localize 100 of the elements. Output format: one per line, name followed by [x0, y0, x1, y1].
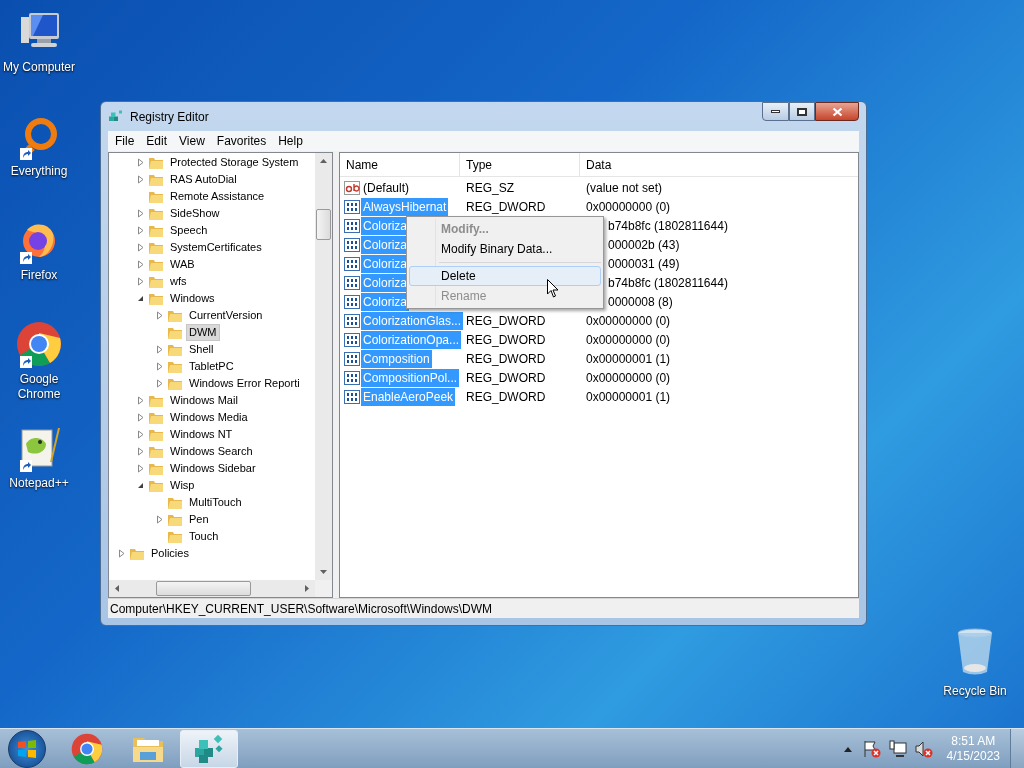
tree-item[interactable]: MultiTouch [186, 494, 245, 511]
horizontal-scrollbar[interactable] [109, 580, 315, 597]
collapse-arrow-icon[interactable] [136, 481, 145, 490]
tree-item[interactable]: Windows Mail [167, 392, 241, 409]
tree-item[interactable]: Wisp [167, 477, 198, 494]
value-name[interactable]: (Default) [361, 178, 411, 197]
scrollbar-thumb[interactable] [316, 209, 331, 240]
tree-item[interactable]: TabletPC [186, 358, 237, 375]
tree-item[interactable]: SideShow [167, 205, 223, 222]
tree-item[interactable]: Shell [186, 341, 217, 358]
menu-bar-item[interactable]: Edit [141, 132, 173, 150]
desktop-icon-label[interactable]: My Computer [3, 60, 75, 75]
tree-item[interactable]: Policies [148, 545, 192, 562]
expand-arrow-icon[interactable] [136, 396, 145, 405]
binary-value-icon [344, 198, 360, 215]
tree-item[interactable]: Protected Storage System [167, 154, 302, 171]
tree-item[interactable]: Pen [186, 511, 212, 528]
start-button[interactable] [8, 729, 46, 768]
column-header[interactable]: Type [460, 153, 580, 176]
tree-item[interactable]: Speech [167, 222, 211, 239]
folder-icon [148, 206, 164, 221]
expand-arrow-icon[interactable] [136, 175, 145, 184]
menu-bar-item[interactable]: Help [273, 132, 308, 150]
show-desktop-button[interactable] [1010, 729, 1024, 768]
minimize-button[interactable] [762, 102, 789, 121]
expand-arrow-icon[interactable] [136, 413, 145, 422]
folder-icon [148, 478, 164, 493]
value-type: REG_DWORD [466, 351, 546, 366]
tree-item[interactable]: Windows Search [167, 443, 256, 460]
expand-arrow-icon[interactable] [136, 243, 145, 252]
value-data: 0x00000000 (0) [586, 370, 671, 385]
desktop-icon-label[interactable]: Recycle Bin [943, 682, 1007, 700]
value-type: REG_DWORD [466, 370, 546, 385]
trash-bin-icon [956, 628, 994, 676]
column-header[interactable]: Data [580, 153, 858, 176]
tree-item[interactable]: CurrentVersion [186, 307, 266, 324]
expand-arrow-icon[interactable] [136, 464, 145, 473]
folder-icon [167, 342, 183, 357]
chrome-icon [71, 732, 103, 765]
folder-icon [148, 410, 164, 425]
scrollbar-thumb[interactable] [156, 581, 251, 596]
desktop-icon-label[interactable]: Google Chrome [0, 372, 78, 402]
tree-item[interactable]: DWM [186, 324, 220, 341]
menu-item[interactable]: Modify Binary Data... [409, 239, 601, 259]
expand-arrow-icon[interactable] [136, 158, 145, 167]
value-data: 0x00000000 (0) [586, 199, 671, 214]
folder-icon [148, 291, 164, 306]
taskbar-button[interactable] [180, 729, 238, 768]
binary-value-icon [344, 274, 360, 291]
expand-arrow-icon[interactable] [155, 362, 164, 371]
expand-arrow-icon[interactable] [155, 345, 164, 354]
binary-value-icon [344, 369, 360, 386]
tree-item[interactable]: Touch [186, 528, 222, 545]
folder-icon [148, 461, 164, 476]
binary-value-icon [344, 312, 360, 329]
folder-icon [167, 308, 183, 323]
vertical-scrollbar[interactable] [315, 153, 332, 580]
tree-item[interactable]: WAB [167, 256, 198, 273]
tree-item[interactable]: Remote Assistance [167, 188, 268, 205]
expand-arrow-icon[interactable] [155, 379, 164, 388]
desktop-icon-label[interactable]: Firefox [20, 268, 58, 283]
menu-bar-item[interactable]: File [110, 132, 140, 150]
collapse-arrow-icon[interactable] [136, 294, 145, 303]
value-type: REG_DWORD [466, 389, 546, 404]
expand-arrow-icon[interactable] [136, 430, 145, 439]
tree-item[interactable]: Windows [167, 290, 218, 307]
tree-item[interactable]: SystemCertificates [167, 239, 265, 256]
string-value-icon [344, 179, 360, 196]
tree-item[interactable]: Windows Media [167, 409, 251, 426]
expand-arrow-icon[interactable] [117, 549, 126, 558]
desktop-icon-label[interactable]: Everything [10, 164, 68, 179]
expand-arrow-icon[interactable] [155, 311, 164, 320]
expand-arrow-icon[interactable] [136, 226, 145, 235]
binary-value-icon [344, 388, 360, 405]
network-icon[interactable] [888, 739, 907, 758]
expand-arrow-icon[interactable] [155, 515, 164, 524]
expand-arrow-icon[interactable] [136, 260, 145, 269]
column-header[interactable]: Name [340, 153, 460, 176]
folder-icon [167, 359, 183, 374]
tree-item[interactable]: Windows Sidebar [167, 460, 259, 477]
volume-muted-icon[interactable] [914, 739, 933, 758]
tree-item[interactable]: RAS AutoDial [167, 171, 240, 188]
menu-bar-item[interactable]: Favorites [211, 132, 272, 150]
close-button[interactable] [815, 102, 859, 121]
value-data: b74b8fc (1802811644) [608, 218, 728, 233]
maximize-button[interactable] [789, 102, 815, 121]
menu-bar-item[interactable]: View [174, 132, 210, 150]
folder-icon [148, 427, 164, 442]
flag-icon[interactable] [862, 739, 881, 758]
chrome-icon [16, 321, 62, 367]
expand-arrow-icon[interactable] [136, 447, 145, 456]
folder-icon [148, 274, 164, 289]
tree-item[interactable]: Windows Error Reporti [186, 375, 303, 392]
expand-arrow-icon[interactable] [136, 277, 145, 286]
expand-arrow-icon[interactable] [136, 209, 145, 218]
binary-value-icon [344, 350, 360, 367]
tree-item[interactable]: wfs [167, 273, 190, 290]
tree-item[interactable]: Windows NT [167, 426, 236, 443]
desktop-icon-label[interactable]: Notepad++ [9, 476, 69, 491]
menu-item[interactable]: Delete [409, 266, 601, 286]
